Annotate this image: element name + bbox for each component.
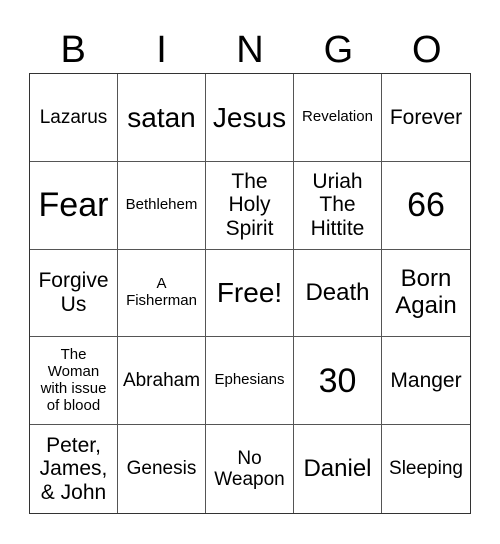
bingo-header: B I N G O bbox=[29, 28, 471, 72]
bingo-cell[interactable]: The Woman with issue of blood bbox=[30, 337, 118, 426]
bingo-cell[interactable]: Fear bbox=[30, 161, 118, 250]
bingo-cell[interactable]: Jesus bbox=[206, 74, 294, 162]
bingo-cell[interactable]: A Fisherman bbox=[118, 249, 206, 338]
bingo-cell[interactable]: Death bbox=[294, 249, 382, 338]
bingo-cell[interactable]: Revelation bbox=[294, 74, 382, 162]
bingo-cell[interactable]: Peter, James, & John bbox=[30, 425, 118, 513]
bingo-cell[interactable]: Genesis bbox=[118, 425, 206, 513]
bingo-cell[interactable]: Lazarus bbox=[30, 74, 118, 162]
bingo-cell[interactable]: Daniel bbox=[294, 425, 382, 513]
free-space-cell[interactable]: Free! bbox=[206, 249, 294, 338]
bingo-cell[interactable]: Ephesians bbox=[206, 337, 294, 426]
bingo-cell[interactable]: The Holy Spirit bbox=[206, 161, 294, 250]
bingo-cell[interactable]: No Weapon bbox=[206, 425, 294, 513]
header-letter-n: N bbox=[236, 29, 264, 71]
header-letter-b: B bbox=[60, 29, 86, 71]
bingo-grid: Lazarus satan Jesus Revelation Forever F… bbox=[29, 73, 471, 514]
bingo-cell[interactable]: Forever bbox=[382, 74, 470, 162]
bingo-cell[interactable]: Forgive Us bbox=[30, 249, 118, 338]
bingo-cell[interactable]: 30 bbox=[294, 337, 382, 426]
bingo-cell[interactable]: Manger bbox=[382, 337, 470, 426]
bingo-cell[interactable]: Abraham bbox=[118, 337, 206, 426]
bingo-cell[interactable]: Bethlehem bbox=[118, 161, 206, 250]
header-letter-i: I bbox=[156, 29, 167, 71]
header-letter-o: O bbox=[411, 29, 442, 71]
bingo-cell[interactable]: 66 bbox=[382, 162, 470, 250]
bingo-cell[interactable]: Born Again bbox=[382, 250, 470, 338]
bingo-cell[interactable]: satan bbox=[118, 74, 206, 162]
header-letter-g: G bbox=[323, 29, 354, 71]
bingo-cell[interactable]: Sleeping bbox=[382, 425, 470, 513]
bingo-cell[interactable]: Uriah The Hittite bbox=[294, 161, 382, 250]
